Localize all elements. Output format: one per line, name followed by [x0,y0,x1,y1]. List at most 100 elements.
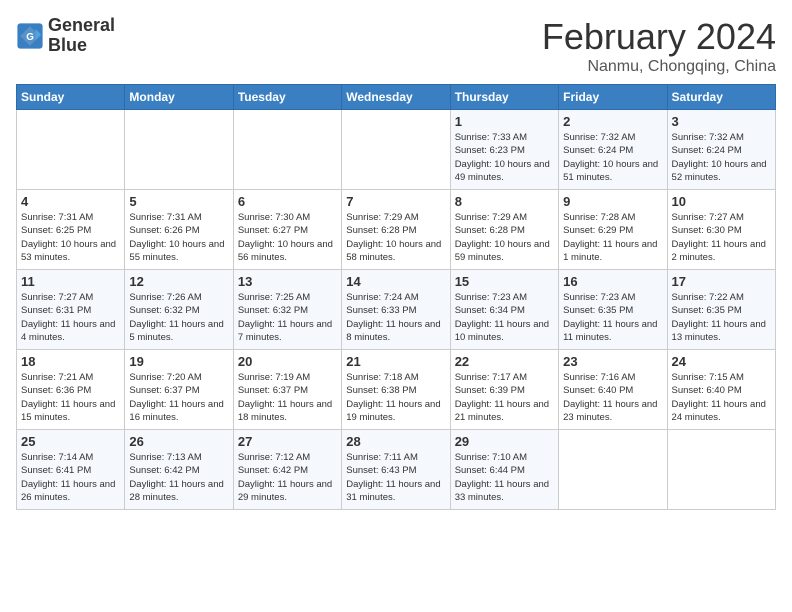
calendar-cell: 7Sunrise: 7:29 AMSunset: 6:28 PMDaylight… [342,190,450,270]
day-info: Sunrise: 7:17 AMSunset: 6:39 PMDaylight:… [455,371,554,424]
day-info: Sunrise: 7:15 AMSunset: 6:40 PMDaylight:… [672,371,771,424]
calendar-cell: 9Sunrise: 7:28 AMSunset: 6:29 PMDaylight… [559,190,667,270]
day-info: Sunrise: 7:33 AMSunset: 6:23 PMDaylight:… [455,131,554,184]
day-number: 1 [455,114,554,129]
day-info: Sunrise: 7:12 AMSunset: 6:42 PMDaylight:… [238,451,337,504]
page-header: G General Blue February 2024 Nanmu, Chon… [16,16,776,76]
header-day-monday: Monday [125,85,233,110]
day-number: 8 [455,194,554,209]
calendar-cell: 8Sunrise: 7:29 AMSunset: 6:28 PMDaylight… [450,190,558,270]
day-info: Sunrise: 7:20 AMSunset: 6:37 PMDaylight:… [129,371,228,424]
day-number: 27 [238,434,337,449]
day-number: 21 [346,354,445,369]
day-info: Sunrise: 7:26 AMSunset: 6:32 PMDaylight:… [129,291,228,344]
calendar-cell [233,110,341,190]
day-info: Sunrise: 7:25 AMSunset: 6:32 PMDaylight:… [238,291,337,344]
calendar-week-row: 18Sunrise: 7:21 AMSunset: 6:36 PMDayligh… [17,350,776,430]
day-number: 14 [346,274,445,289]
day-info: Sunrise: 7:18 AMSunset: 6:38 PMDaylight:… [346,371,445,424]
day-info: Sunrise: 7:19 AMSunset: 6:37 PMDaylight:… [238,371,337,424]
calendar-week-row: 11 Sunrise: 7:27 AMSunset: 6:31 PMDayligh… [17,270,776,350]
calendar-cell: 18Sunrise: 7:21 AMSunset: 6:36 PMDayligh… [17,350,125,430]
calendar-cell: 14 Sunrise: 7:24 AMSunset: 6:33 PMDayligh… [342,270,450,350]
day-number: 20 [238,354,337,369]
header-day-sunday: Sunday [17,85,125,110]
calendar-cell: 12 Sunrise: 7:26 AMSunset: 6:32 PMDayligh… [125,270,233,350]
logo-icon: G [16,22,44,50]
day-info: Sunrise: 7:16 AMSunset: 6:40 PMDaylight:… [563,371,662,424]
calendar-table: SundayMondayTuesdayWednesdayThursdayFrid… [16,84,776,510]
day-number: 10 [672,194,771,209]
calendar-title: February 2024 [542,16,776,58]
day-number: 12 [129,274,228,289]
calendar-cell: 24 Sunrise: 7:15 AMSunset: 6:40 PMDayligh… [667,350,775,430]
day-info: Sunrise: 7:31 AMSunset: 6:26 PMDaylight:… [129,211,228,264]
day-info: Sunrise: 7:13 AMSunset: 6:42 PMDaylight:… [129,451,228,504]
day-info: Sunrise: 7:21 AMSunset: 6:36 PMDaylight:… [21,371,120,424]
calendar-cell: 26 Sunrise: 7:13 AMSunset: 6:42 PMDayligh… [125,430,233,510]
day-info: Sunrise: 7:32 AMSunset: 6:24 PMDaylight:… [672,131,771,184]
calendar-cell [667,430,775,510]
calendar-week-row: 4Sunrise: 7:31 AMSunset: 6:25 PMDaylight… [17,190,776,270]
calendar-cell: 2Sunrise: 7:32 AMSunset: 6:24 PMDaylight… [559,110,667,190]
calendar-cell: 21 Sunrise: 7:18 AMSunset: 6:38 PMDayligh… [342,350,450,430]
calendar-cell: 1 Sunrise: 7:33 AMSunset: 6:23 PMDaylight… [450,110,558,190]
day-info: Sunrise: 7:23 AMSunset: 6:34 PMDaylight:… [455,291,554,344]
day-number: 17 [672,274,771,289]
day-number: 16 [563,274,662,289]
day-number: 22 [455,354,554,369]
day-number: 28 [346,434,445,449]
day-info: Sunrise: 7:23 AMSunset: 6:35 PMDaylight:… [563,291,662,344]
calendar-cell: 17 Sunrise: 7:22 AMSunset: 6:35 PMDayligh… [667,270,775,350]
header-day-saturday: Saturday [667,85,775,110]
day-info: Sunrise: 7:29 AMSunset: 6:28 PMDaylight:… [346,211,445,264]
logo-line1: General [48,16,115,36]
day-info: Sunrise: 7:30 AMSunset: 6:27 PMDaylight:… [238,211,337,264]
title-block: February 2024 Nanmu, Chongqing, China [542,16,776,76]
day-number: 2 [563,114,662,129]
calendar-cell: 6 Sunrise: 7:30 AMSunset: 6:27 PMDaylight… [233,190,341,270]
day-number: 4 [21,194,120,209]
header-day-thursday: Thursday [450,85,558,110]
calendar-cell: 29Sunrise: 7:10 AMSunset: 6:44 PMDayligh… [450,430,558,510]
calendar-cell: 28 Sunrise: 7:11 AMSunset: 6:43 PMDayligh… [342,430,450,510]
header-day-tuesday: Tuesday [233,85,341,110]
calendar-cell: 15 Sunrise: 7:23 AMSunset: 6:34 PMDayligh… [450,270,558,350]
day-info: Sunrise: 7:11 AMSunset: 6:43 PMDaylight:… [346,451,445,504]
calendar-week-row: 25Sunrise: 7:14 AMSunset: 6:41 PMDayligh… [17,430,776,510]
calendar-cell: 13 Sunrise: 7:25 AMSunset: 6:32 PMDayligh… [233,270,341,350]
logo: G General Blue [16,16,115,56]
day-number: 24 [672,354,771,369]
calendar-cell: 27 Sunrise: 7:12 AMSunset: 6:42 PMDayligh… [233,430,341,510]
calendar-header-row: SundayMondayTuesdayWednesdayThursdayFrid… [17,85,776,110]
calendar-cell [17,110,125,190]
calendar-cell [559,430,667,510]
day-info: Sunrise: 7:27 AMSunset: 6:30 PMDaylight:… [672,211,771,264]
calendar-cell: 3 Sunrise: 7:32 AMSunset: 6:24 PMDaylight… [667,110,775,190]
calendar-cell: 22 Sunrise: 7:17 AMSunset: 6:39 PMDayligh… [450,350,558,430]
day-number: 19 [129,354,228,369]
day-number: 11 [21,274,120,289]
calendar-cell: 25Sunrise: 7:14 AMSunset: 6:41 PMDayligh… [17,430,125,510]
day-number: 25 [21,434,120,449]
calendar-cell [342,110,450,190]
header-day-wednesday: Wednesday [342,85,450,110]
day-number: 3 [672,114,771,129]
day-number: 15 [455,274,554,289]
day-number: 26 [129,434,228,449]
svg-text:G: G [26,32,34,43]
day-info: Sunrise: 7:27 AMSunset: 6:31 PMDaylight:… [21,291,120,344]
day-number: 9 [563,194,662,209]
calendar-week-row: 1 Sunrise: 7:33 AMSunset: 6:23 PMDaylight… [17,110,776,190]
calendar-cell: 20 Sunrise: 7:19 AMSunset: 6:37 PMDayligh… [233,350,341,430]
day-number: 23 [563,354,662,369]
header-day-friday: Friday [559,85,667,110]
logo-text: General Blue [48,16,115,56]
day-number: 5 [129,194,228,209]
calendar-subtitle: Nanmu, Chongqing, China [542,58,776,76]
day-info: Sunrise: 7:22 AMSunset: 6:35 PMDaylight:… [672,291,771,344]
day-number: 6 [238,194,337,209]
calendar-cell: 4Sunrise: 7:31 AMSunset: 6:25 PMDaylight… [17,190,125,270]
day-number: 13 [238,274,337,289]
day-info: Sunrise: 7:24 AMSunset: 6:33 PMDaylight:… [346,291,445,344]
